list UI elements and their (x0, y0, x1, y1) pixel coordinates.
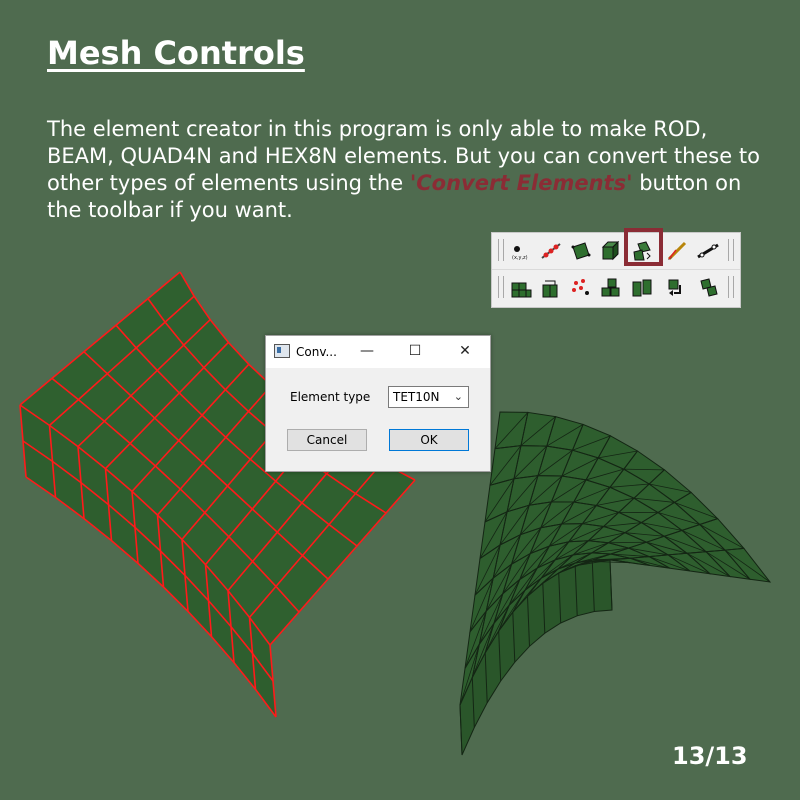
dialog-title: Conv... (296, 345, 337, 359)
split-elements-icon[interactable] (629, 275, 655, 301)
toolbar-grip-right[interactable] (728, 276, 734, 298)
close-icon[interactable]: ✕ (452, 340, 478, 362)
extrude-icon[interactable] (508, 275, 534, 301)
cancel-button[interactable]: Cancel (287, 429, 367, 451)
move-elements-icon[interactable] (695, 275, 721, 301)
node-icon[interactable]: (x,y,z) (508, 238, 534, 264)
ok-button[interactable]: OK (389, 429, 469, 451)
pen-icon[interactable] (664, 238, 690, 264)
toolbar-grip[interactable] (498, 239, 504, 261)
hex-element-icon[interactable] (598, 238, 624, 264)
element-type-label: Element type (290, 390, 371, 404)
toolbar-grip-right[interactable] (728, 239, 734, 261)
beam-icon[interactable] (695, 238, 721, 264)
mesh-toolbar: (x,y,z) (491, 232, 741, 308)
merge-elements-icon[interactable] (598, 275, 624, 301)
rotate-elements-icon[interactable] (664, 275, 690, 301)
dialog-body: Element type TET10N ⌄ Cancel OK (266, 368, 490, 471)
chevron-down-icon: ⌄ (453, 390, 463, 403)
page-indicator: 13/13 (672, 742, 748, 770)
svg-text:(x,y,z): (x,y,z) (512, 255, 528, 261)
element-type-value: TET10N (393, 390, 440, 404)
dialog-titlebar[interactable]: Conv... — ☐ ✕ (266, 336, 490, 368)
rod-elements-icon[interactable] (538, 238, 564, 264)
convert-elements-dialog: Conv... — ☐ ✕ Element type TET10N ⌄ Canc… (265, 335, 491, 472)
app-icon (274, 344, 290, 358)
minimize-icon[interactable]: — (354, 340, 380, 362)
toolbar-grip[interactable] (498, 276, 504, 298)
toolbar-row-1: (x,y,z) (492, 233, 740, 269)
maximize-icon[interactable]: ☐ (402, 340, 428, 362)
quad-element-icon[interactable] (568, 238, 594, 264)
toolbar-row-2 (492, 269, 740, 306)
convert-elements-highlight-box (624, 228, 663, 266)
sweep-icon[interactable] (538, 275, 564, 301)
scatter-nodes-icon[interactable] (568, 275, 594, 301)
element-type-select[interactable]: TET10N ⌄ (388, 386, 469, 408)
